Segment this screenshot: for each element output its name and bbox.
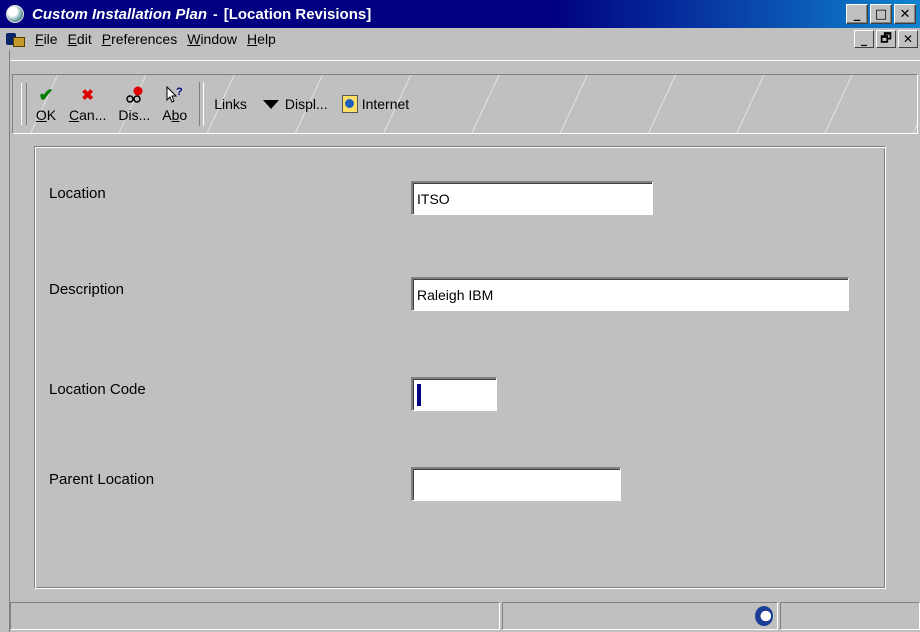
internet-page-icon — [341, 95, 358, 113]
status-bar — [10, 600, 920, 632]
toolbar-grip[interactable] — [21, 83, 27, 125]
about-help-icon: ? — [164, 85, 186, 105]
doc-close-button[interactable]: ✕ — [898, 30, 918, 48]
menu-edit[interactable]: Edit — [63, 31, 97, 47]
toolbar: ✔ OK ✖ Can... Dis... ? Abo Links Displ..… — [12, 74, 918, 134]
document-title: [Location Revisions] — [223, 5, 372, 23]
globe-status-icon — [755, 606, 773, 626]
description-label: Description — [49, 281, 125, 298]
location-label: Location — [49, 185, 106, 202]
window-frame-left — [0, 50, 10, 632]
toolbar-row: ✔ OK ✖ Can... Dis... ? Abo Links Displ..… — [21, 79, 423, 129]
doc-restore-button[interactable]: 🗗 — [876, 30, 896, 48]
form-panel: Location ITSO Description Raleigh IBM Lo… — [34, 146, 886, 589]
minimize-button[interactable]: _ — [846, 4, 868, 24]
ok-label: OK — [35, 107, 57, 123]
document-menu-icon[interactable] — [6, 31, 25, 47]
app-globe-icon[interactable] — [6, 5, 24, 23]
text-cursor — [417, 384, 421, 406]
display-button[interactable]: Dis... — [118, 85, 150, 123]
description-field[interactable]: Raleigh IBM — [411, 277, 849, 311]
close-button[interactable]: ✕ — [894, 4, 916, 24]
doc-minimize-button[interactable]: _ — [854, 30, 874, 48]
parent-location-field[interactable] — [411, 467, 621, 501]
document-window-controls: _ 🗗 ✕ — [854, 30, 918, 48]
cancel-label: Can... — [69, 107, 107, 123]
cancel-x-icon: ✖ — [81, 86, 94, 104]
maximize-button[interactable]: □ — [870, 4, 892, 24]
location-code-field[interactable] — [411, 377, 497, 411]
location-code-label: Location Code — [49, 381, 146, 398]
status-cell-middle — [502, 602, 778, 630]
title-separator: - — [213, 6, 218, 22]
toolbar-separator — [199, 82, 205, 126]
display-dropdown[interactable]: Displ... — [261, 96, 328, 112]
window-frame-top — [10, 60, 920, 61]
ok-button[interactable]: ✔ OK — [35, 85, 57, 123]
location-field[interactable]: ITSO — [411, 181, 653, 215]
app-title: Custom Installation Plan — [32, 5, 208, 23]
about-label: Abo — [162, 107, 188, 123]
parent-location-label: Parent Location — [49, 471, 155, 488]
links-menu[interactable]: Links — [214, 96, 247, 112]
menu-file[interactable]: File — [30, 31, 63, 47]
menu-window[interactable]: Window — [182, 31, 242, 47]
menu-preferences[interactable]: Preferences — [97, 31, 183, 47]
cancel-button[interactable]: ✖ Can... — [69, 85, 107, 124]
arrow-question-icon: ? — [166, 85, 183, 103]
window-controls: _ □ ✕ — [846, 4, 916, 24]
menu-bar: File Edit Preferences Window Help _ 🗗 ✕ — [0, 28, 920, 50]
status-cell-main — [10, 602, 500, 630]
display-label: Dis... — [118, 107, 151, 123]
internet-button[interactable]: Internet — [341, 95, 409, 113]
eyeglasses-icon — [126, 86, 143, 103]
svg-text:?: ? — [176, 86, 183, 98]
title-bar: Custom Installation Plan - [Location Rev… — [0, 0, 920, 28]
menu-help[interactable]: Help — [242, 31, 281, 47]
status-cell-right — [780, 602, 920, 630]
about-button[interactable]: ? Abo — [162, 85, 187, 123]
dropdown-triangle-icon — [262, 99, 279, 109]
display-eyeglasses-icon — [123, 85, 145, 105]
checkmark-icon: ✔ — [38, 85, 54, 105]
